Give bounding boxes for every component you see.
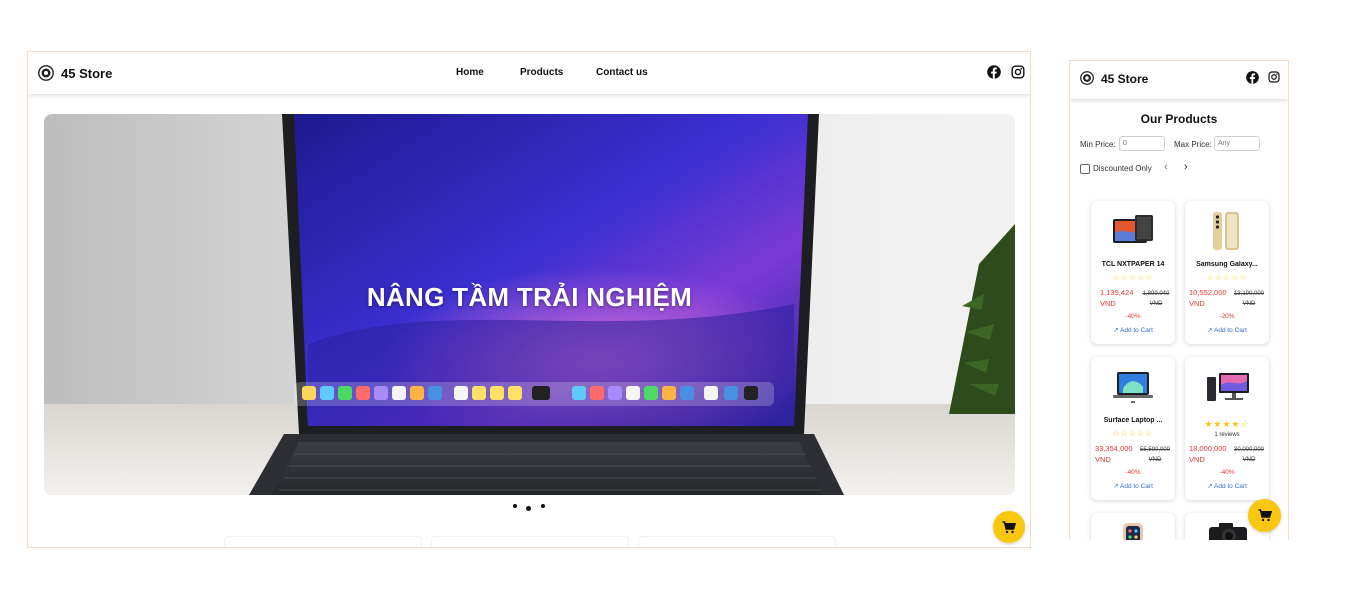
discount-badge: -20% <box>1219 313 1235 320</box>
original-price: 13,190,000 VND <box>1231 289 1267 309</box>
old-price-value: 1,899,040 <box>1142 291 1170 297</box>
rating-stars: ☆☆☆☆☆ <box>1112 273 1154 282</box>
review-count: 1 reviews <box>1214 432 1240 438</box>
facebook-icon[interactable] <box>1246 71 1259 84</box>
product-price: 33,354,000 VND <box>1095 443 1133 465</box>
max-price-label: Max Price: <box>1174 140 1212 149</box>
rating-stars: ☆☆☆☆☆ <box>1112 429 1154 438</box>
section-title: Our Products <box>1140 112 1218 126</box>
store-logo-icon[interactable] <box>1080 71 1094 85</box>
nav-contact-link[interactable]: Contact us <box>596 67 648 78</box>
add-to-cart-label: Add to Cart <box>1120 483 1153 490</box>
price-currency: VND <box>1189 455 1205 464</box>
chevron-right-icon[interactable]: › <box>1184 161 1188 173</box>
discounted-only-checkbox[interactable] <box>1080 164 1090 174</box>
price-value: 18,000,000 <box>1189 444 1227 453</box>
carousel-dot-3[interactable] <box>541 504 545 508</box>
original-price: 30,000,000 VND <box>1231 445 1267 465</box>
add-to-cart-label: Add to Cart <box>1214 483 1247 490</box>
original-price: 55,590,000 VND <box>1137 445 1173 465</box>
discounted-only-label: Discounted Only <box>1093 164 1152 173</box>
arrow-up-right-icon: ↗ <box>1207 327 1213 334</box>
product-card[interactable]: TCL NXTPAPER 14 ☆☆☆☆☆ 1,139,424 VND 1,899… <box>1091 201 1175 344</box>
chevron-left-icon[interactable]: ‹ <box>1164 161 1168 173</box>
rating-stars: ★★★★☆ <box>1204 419 1250 429</box>
laptop-product-image <box>1113 372 1153 403</box>
old-price-value: 13,190,000 <box>1233 291 1265 297</box>
price-currency: VND <box>1095 455 1111 464</box>
min-price-input[interactable]: 0 <box>1119 136 1165 151</box>
product-card-peek <box>224 536 422 547</box>
hero-title: NÂNG TẦM TRẢI NGHIỆM <box>366 282 693 312</box>
old-price-currency: VND <box>1242 457 1256 463</box>
instagram-icon[interactable] <box>1011 65 1025 79</box>
discount-badge: -40% <box>1125 313 1141 320</box>
instagram-icon[interactable] <box>1268 71 1280 83</box>
desktop-pc-product-image <box>1207 373 1249 401</box>
store-name[interactable]: 45 Store <box>61 66 112 81</box>
product-card[interactable] <box>1091 513 1175 540</box>
tablet-product-image <box>1113 215 1153 243</box>
discount-badge: -40% <box>1125 469 1141 476</box>
store-logo-icon[interactable] <box>38 65 54 81</box>
old-price-value: 55,590,000 <box>1139 447 1171 453</box>
product-card[interactable]: ★★★★☆ 1 reviews 18,000,000 VND 30,000,000… <box>1185 357 1269 500</box>
old-price-value: 30,000,000 <box>1233 447 1265 453</box>
product-price: 10,552,000 VND <box>1189 287 1227 309</box>
product-card-peek <box>638 536 836 547</box>
discount-badge: -40% <box>1219 469 1235 476</box>
price-currency: VND <box>1100 299 1116 308</box>
phone-product-image <box>1213 212 1239 250</box>
add-to-cart-button[interactable]: ↗ Add to Cart <box>1185 326 1269 334</box>
max-price-input[interactable]: Any <box>1214 136 1260 151</box>
product-price: 18,000,000 VND <box>1189 443 1227 465</box>
carousel-dot-2[interactable] <box>526 506 531 511</box>
desktop-frame: 45 Store Home Products Contact us NÂNG T… <box>27 51 1031 548</box>
price-value: 33,354,000 <box>1095 444 1133 453</box>
old-price-currency: VND <box>1149 301 1163 307</box>
old-price-currency: VND <box>1148 457 1162 463</box>
price-value: 1,139,424 <box>1100 288 1134 297</box>
old-price-currency: VND <box>1242 301 1256 307</box>
smartwatch-product-image <box>1123 523 1143 540</box>
add-to-cart-button[interactable]: ↗ Add to Cart <box>1185 482 1269 490</box>
product-card[interactable]: Samsung Galaxy... ☆☆☆☆☆ 10,552,000 VND 13… <box>1185 201 1269 344</box>
add-to-cart-label: Add to Cart <box>1214 327 1247 334</box>
price-currency: VND <box>1189 299 1205 308</box>
arrow-up-right-icon: ↗ <box>1113 483 1119 490</box>
original-price: 1,899,040 VND <box>1138 289 1174 309</box>
mobile-frame: 45 Store Our Products Min Price: 0 Max P… <box>1069 60 1289 540</box>
hero-banner[interactable]: NÂNG TẦM TRẢI NGHIỆM <box>44 114 1015 495</box>
camera-product-image <box>1209 523 1247 540</box>
add-to-cart-button[interactable]: ↗ Add to Cart <box>1091 326 1175 334</box>
product-card[interactable]: Surface Laptop ... ☆☆☆☆☆ 33,354,000 VND 5… <box>1091 357 1175 500</box>
add-to-cart-label: Add to Cart <box>1120 327 1153 334</box>
rating-stars: ☆☆☆☆☆ <box>1206 273 1248 282</box>
product-name[interactable]: TCL NXTPAPER 14 <box>1095 261 1171 268</box>
price-value: 10,552,000 <box>1189 288 1227 297</box>
desktop-navbar: 45 Store Home Products Contact us <box>28 52 1030 94</box>
cart-icon <box>1258 509 1272 522</box>
cart-button[interactable] <box>993 511 1025 543</box>
arrow-up-right-icon: ↗ <box>1207 483 1213 490</box>
add-to-cart-button[interactable]: ↗ Add to Cart <box>1091 482 1175 490</box>
arrow-up-right-icon: ↗ <box>1113 327 1119 334</box>
carousel-dot-1[interactable] <box>513 504 517 508</box>
nav-home-link[interactable]: Home <box>456 67 484 78</box>
product-name[interactable]: Surface Laptop ... <box>1095 417 1171 424</box>
facebook-icon[interactable] <box>987 65 1001 79</box>
cart-button[interactable] <box>1248 499 1281 532</box>
nav-products-link[interactable]: Products <box>520 67 563 78</box>
product-card-peek <box>431 536 629 547</box>
product-price: 1,139,424 VND <box>1100 287 1133 309</box>
product-name[interactable]: Samsung Galaxy... <box>1189 261 1265 268</box>
min-price-label: Min Price: <box>1080 140 1116 149</box>
cart-icon <box>1002 520 1016 533</box>
store-name[interactable]: 45 Store <box>1101 72 1148 86</box>
mobile-navbar: 45 Store <box>1070 61 1288 99</box>
